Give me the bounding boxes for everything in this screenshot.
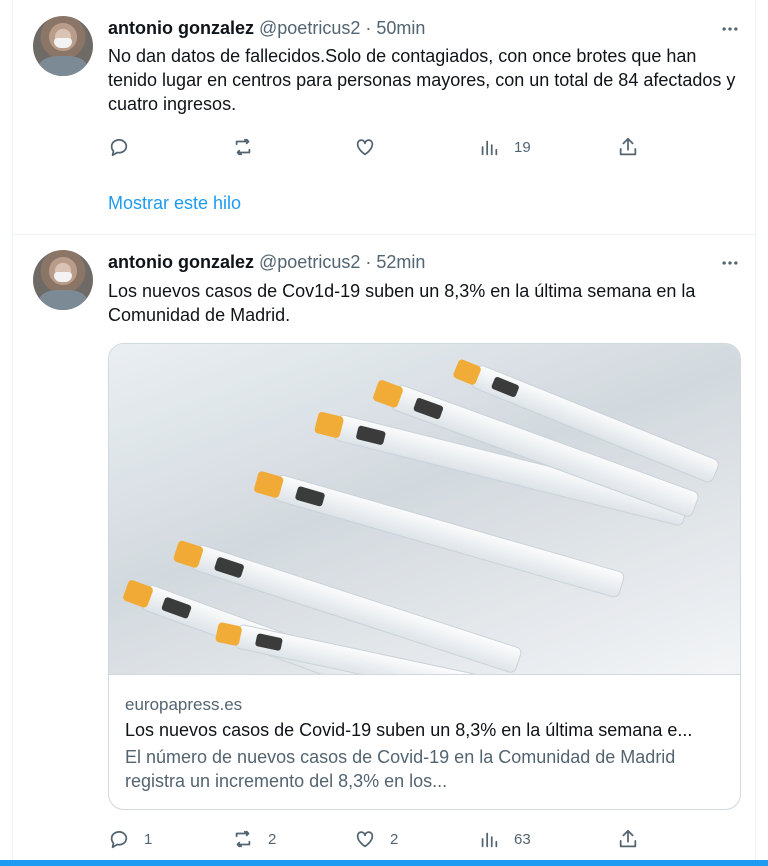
tweet-text: No dan datos de fallecidos.Solo de conta… (108, 46, 736, 114)
tweet[interactable]: antonio gonzalez @poetricus2 · 50min No … (13, 0, 757, 235)
views-icon (481, 832, 498, 848)
share-icon (619, 137, 637, 156)
retweet-icon (235, 138, 251, 156)
tweet-header: antonio gonzalez @poetricus2 · 50min (108, 16, 425, 40)
show-thread-link[interactable]: Mostrar este hilo (108, 191, 241, 215)
reply-icon (110, 831, 128, 849)
like-count: 2 (390, 830, 399, 848)
views-button[interactable]: 19 (478, 134, 531, 160)
bottom-edge-bar (0, 860, 768, 866)
card-domain: europapress.es (125, 695, 243, 714)
avatar[interactable] (33, 250, 93, 310)
avatar-shirt (39, 56, 87, 76)
retweet-icon (235, 830, 251, 848)
views-button[interactable]: 63 (478, 826, 531, 852)
reply-count: 1 (144, 830, 153, 848)
left-gutter (0, 0, 12, 866)
card-title: Los nuevos casos de Covid-19 suben un 8,… (125, 720, 693, 740)
retweet-button[interactable] (232, 134, 254, 160)
card-description: El número de nuevos casos de Covid-19 en… (125, 747, 676, 791)
author-meta[interactable]: @poetricus2 · 52min (259, 252, 425, 272)
heart-icon (356, 139, 374, 156)
timeline: antonio gonzalez @poetricus2 · 50min No … (12, 0, 757, 866)
retweet-button[interactable]: 2 (232, 826, 276, 852)
share-button[interactable] (617, 134, 639, 160)
like-button[interactable] (354, 134, 376, 160)
share-button[interactable] (617, 826, 639, 852)
tweet-actions: 1 2 2 63 (108, 826, 748, 852)
tweet-text: Los nuevos casos de Cov1d-19 suben un 8,… (108, 281, 696, 325)
author-meta[interactable]: @poetricus2 · 50min (259, 18, 425, 38)
author-name[interactable]: antonio gonzalez (108, 18, 254, 38)
reply-button[interactable]: 1 (108, 826, 152, 852)
face-mask (54, 272, 72, 282)
retweet-count: 2 (268, 830, 277, 848)
share-icon (619, 829, 637, 848)
link-card[interactable]: europapress.es Los nuevos casos de Covid… (108, 343, 741, 810)
face-mask (54, 38, 72, 48)
views-icon (481, 140, 498, 156)
card-image[interactable] (109, 344, 740, 675)
like-button[interactable]: 2 (354, 826, 398, 852)
more-icon[interactable] (713, 12, 747, 46)
author-name[interactable]: antonio gonzalez (108, 252, 254, 272)
avatar-shirt (39, 290, 87, 310)
views-count: 63 (514, 830, 531, 848)
views-count: 19 (514, 138, 531, 156)
syringes-image (109, 344, 740, 674)
avatar[interactable] (33, 16, 93, 76)
reply-button[interactable] (108, 134, 130, 160)
tweet-header: antonio gonzalez @poetricus2 · 52min (108, 250, 425, 274)
reply-icon (110, 139, 128, 157)
tweet-actions: 19 (108, 134, 748, 160)
heart-icon (356, 831, 374, 848)
more-icon[interactable] (713, 246, 747, 280)
tweet[interactable]: antonio gonzalez @poetricus2 · 52min Los… (13, 235, 757, 866)
